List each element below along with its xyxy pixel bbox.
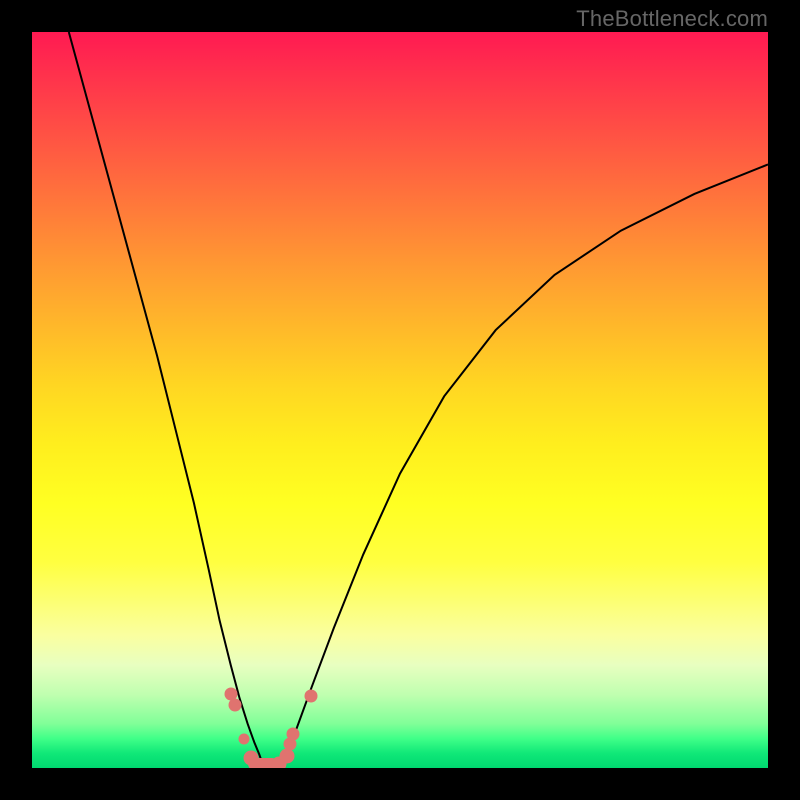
left-curve-path	[69, 32, 263, 764]
data-marker	[229, 699, 242, 712]
chart-curves	[32, 32, 768, 768]
watermark-label: TheBottleneck.com	[576, 6, 768, 32]
data-marker	[280, 749, 295, 764]
data-marker	[238, 733, 249, 744]
data-marker	[304, 689, 317, 702]
chart-plot-area	[32, 32, 768, 768]
data-marker	[287, 728, 300, 741]
right-curve-path	[279, 164, 768, 763]
